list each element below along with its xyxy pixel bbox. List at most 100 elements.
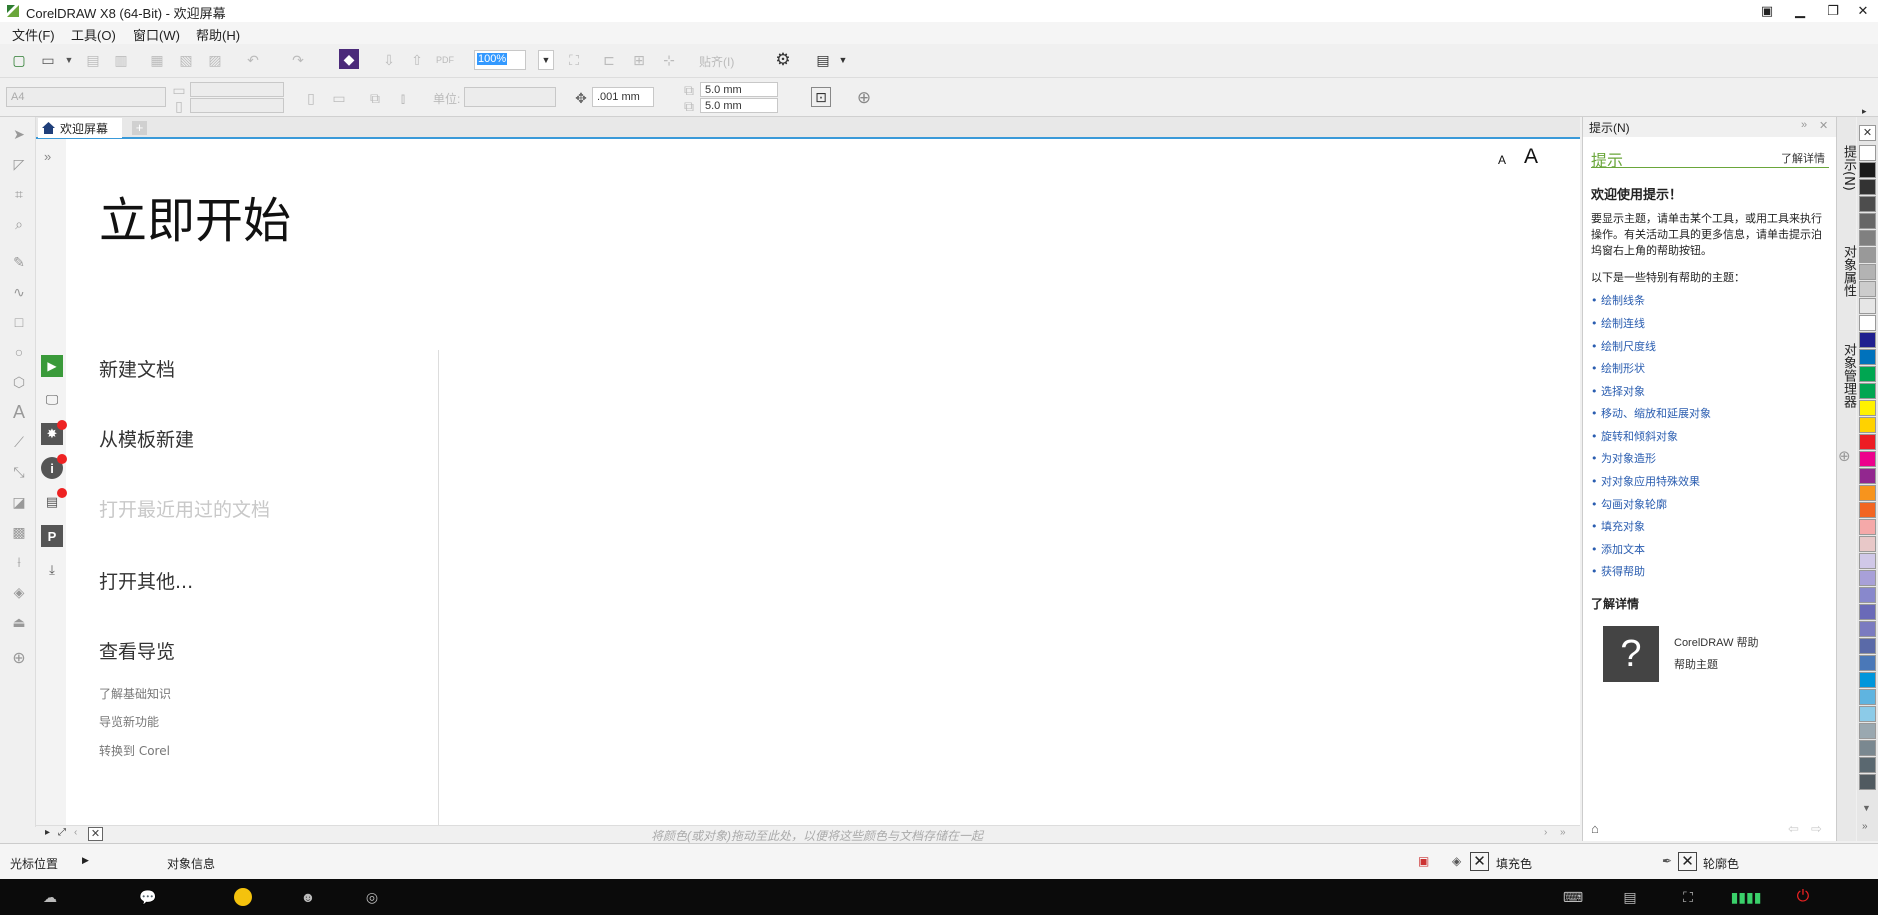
link-tour-new-features[interactable]: 导览新功能 <box>99 713 159 730</box>
color-swatch[interactable] <box>1859 774 1876 790</box>
eyedropper-icon[interactable]: ⟊ <box>8 551 30 573</box>
color-swatch[interactable] <box>1859 706 1876 722</box>
color-swatch[interactable] <box>1859 689 1876 705</box>
portrait-icon[interactable]: ▯ <box>300 87 322 109</box>
options-gear-icon[interactable]: ⚙ <box>772 49 794 71</box>
account-icon[interactable]: ▣ <box>1752 0 1782 22</box>
window-icon[interactable]: ▤ <box>1620 888 1640 906</box>
docker-collapse-icon[interactable]: » <box>1801 119 1807 131</box>
shape-tool-icon[interactable]: ◸ <box>8 153 30 175</box>
color-swatch[interactable] <box>1859 757 1876 773</box>
color-swatch[interactable] <box>1859 587 1876 603</box>
color-swatch[interactable] <box>1859 196 1876 212</box>
keyboard-icon[interactable]: ⌨ <box>1563 888 1583 906</box>
current-page-icon[interactable]: ⫾ <box>392 87 414 109</box>
zoom-tool-icon[interactable]: ⌕ <box>8 213 30 235</box>
color-swatch[interactable] <box>1859 179 1876 195</box>
color-swatch[interactable] <box>1859 519 1876 535</box>
smart-fill-icon[interactable]: ⏏ <box>8 611 30 633</box>
palette-expand-icon[interactable]: » <box>1862 821 1868 832</box>
docker-add-icon[interactable]: ⊕ <box>1838 447 1851 465</box>
color-swatch[interactable] <box>1859 213 1876 229</box>
color-swatch[interactable] <box>1859 536 1876 552</box>
get-started-icon[interactable]: ▶ <box>41 355 63 377</box>
rectangle-tool-icon[interactable]: □ <box>8 311 30 333</box>
font-size-small-button[interactable]: A <box>1498 153 1506 167</box>
color-swatch[interactable] <box>1859 655 1876 671</box>
color-swatch[interactable] <box>1859 621 1876 637</box>
hint-link[interactable]: • 添加文本 <box>1591 541 1645 557</box>
freehand-tool-icon[interactable]: ✎ <box>8 251 30 273</box>
cut-icon[interactable]: ▦ <box>146 49 168 71</box>
outline-none-swatch[interactable]: ✕ <box>1678 852 1697 871</box>
color-swatch[interactable] <box>1859 247 1876 263</box>
help-link[interactable]: CorelDRAW 帮助 <box>1674 634 1759 650</box>
color-swatch[interactable] <box>1859 281 1876 297</box>
color-swatch[interactable] <box>1859 366 1876 382</box>
color-swatch[interactable] <box>1859 434 1876 450</box>
product-icon[interactable]: P <box>41 525 63 547</box>
new-document-icon[interactable]: ▢ <box>8 49 30 71</box>
duplicate-distance-x[interactable]: 5.0 mm <box>700 82 778 97</box>
whats-new-icon[interactable]: ✸ <box>41 420 67 445</box>
minimize-icon[interactable]: ▁ <box>1785 0 1815 22</box>
cursor-position-expand-icon[interactable]: ▶ <box>82 855 89 866</box>
palette-scroll-down-icon[interactable]: ▼ <box>1862 803 1871 813</box>
app-launcher-icon[interactable]: ▤ <box>812 49 834 71</box>
sun-icon[interactable] <box>234 888 252 906</box>
color-swatch[interactable] <box>1859 332 1876 348</box>
color-swatch[interactable] <box>1859 723 1876 739</box>
drop-shadow-icon[interactable]: ◪ <box>8 491 30 513</box>
user-icon[interactable]: ☻ <box>298 888 318 906</box>
hint-link[interactable]: • 为对象造形 <box>1591 450 1656 466</box>
zoom-input[interactable]: 100% <box>477 53 508 65</box>
page-size-select[interactable]: A4 <box>6 87 166 107</box>
color-swatch[interactable] <box>1859 502 1876 518</box>
open-dropdown-icon[interactable]: ▼ <box>58 49 80 71</box>
artistic-media-icon[interactable]: ∿ <box>8 281 30 303</box>
cloud-upload-icon[interactable]: ☁ <box>40 888 60 906</box>
search-content-icon[interactable]: ◆ <box>339 49 359 69</box>
app-launcher-dropdown-icon[interactable]: ▼ <box>832 49 854 71</box>
color-swatch[interactable] <box>1859 570 1876 586</box>
parallel-dimension-icon[interactable]: ⟋ <box>8 431 30 453</box>
hint-link[interactable]: • 绘制线条 <box>1591 292 1645 308</box>
hint-link[interactable]: • 勾画对象轮廓 <box>1591 496 1667 512</box>
no-fill-swatch[interactable]: ✕ <box>1859 125 1876 141</box>
help-question-icon[interactable]: ? <box>1603 626 1659 682</box>
docker-close-icon[interactable]: ✕ <box>1819 119 1828 132</box>
hint-link[interactable]: • 填充对象 <box>1591 518 1645 534</box>
pick-tool-icon[interactable]: ➤ <box>8 123 30 145</box>
video-icon[interactable]: ▤ <box>41 488 67 513</box>
units-select[interactable] <box>464 87 556 107</box>
zoom-dropdown-icon[interactable]: ▼ <box>538 50 554 70</box>
link-switch-to-corel[interactable]: 转换到 Corel <box>99 742 170 759</box>
color-swatch[interactable] <box>1859 298 1876 314</box>
no-color-swatch[interactable]: ✕ <box>88 827 103 841</box>
hint-link[interactable]: • 移动、缩放和延展对象 <box>1591 405 1711 421</box>
hints-forward-icon[interactable]: ⇨ <box>1811 821 1822 837</box>
fill-none-swatch[interactable]: ✕ <box>1470 852 1489 871</box>
hint-link[interactable]: • 绘制连线 <box>1591 315 1645 331</box>
color-swatch[interactable] <box>1859 604 1876 620</box>
page-width-field[interactable] <box>190 82 284 97</box>
color-swatch[interactable] <box>1859 230 1876 246</box>
undo-icon[interactable]: ↶ <box>242 49 264 71</box>
grid-icon[interactable]: ⊞ <box>628 49 650 71</box>
hints-home-icon[interactable]: ⌂ <box>1591 821 1599 836</box>
color-swatch[interactable] <box>1859 400 1876 416</box>
menu-window[interactable]: 窗口(W) <box>133 25 180 44</box>
hints-learn-more-link[interactable]: 了解详情 <box>1781 150 1825 166</box>
paste-icon[interactable]: ▨ <box>204 49 226 71</box>
crop-tool-icon[interactable]: ⌗ <box>8 183 30 205</box>
docker-tab-hints[interactable]: 提示(N) <box>1839 145 1858 191</box>
full-screen-icon[interactable]: ⛶ <box>563 49 585 71</box>
hints-back-icon[interactable]: ⇦ <box>1788 821 1799 837</box>
menu-file[interactable]: 文件(F) <box>12 25 55 44</box>
print-icon[interactable]: ▥ <box>110 49 132 71</box>
interactive-fill-icon[interactable]: ◈ <box>8 581 30 603</box>
color-swatch[interactable] <box>1859 553 1876 569</box>
color-swatch[interactable] <box>1859 468 1876 484</box>
docker-tab-object-properties[interactable]: 对象属性 <box>1839 245 1858 297</box>
connector-tool-icon[interactable]: ⤡ <box>8 461 30 483</box>
